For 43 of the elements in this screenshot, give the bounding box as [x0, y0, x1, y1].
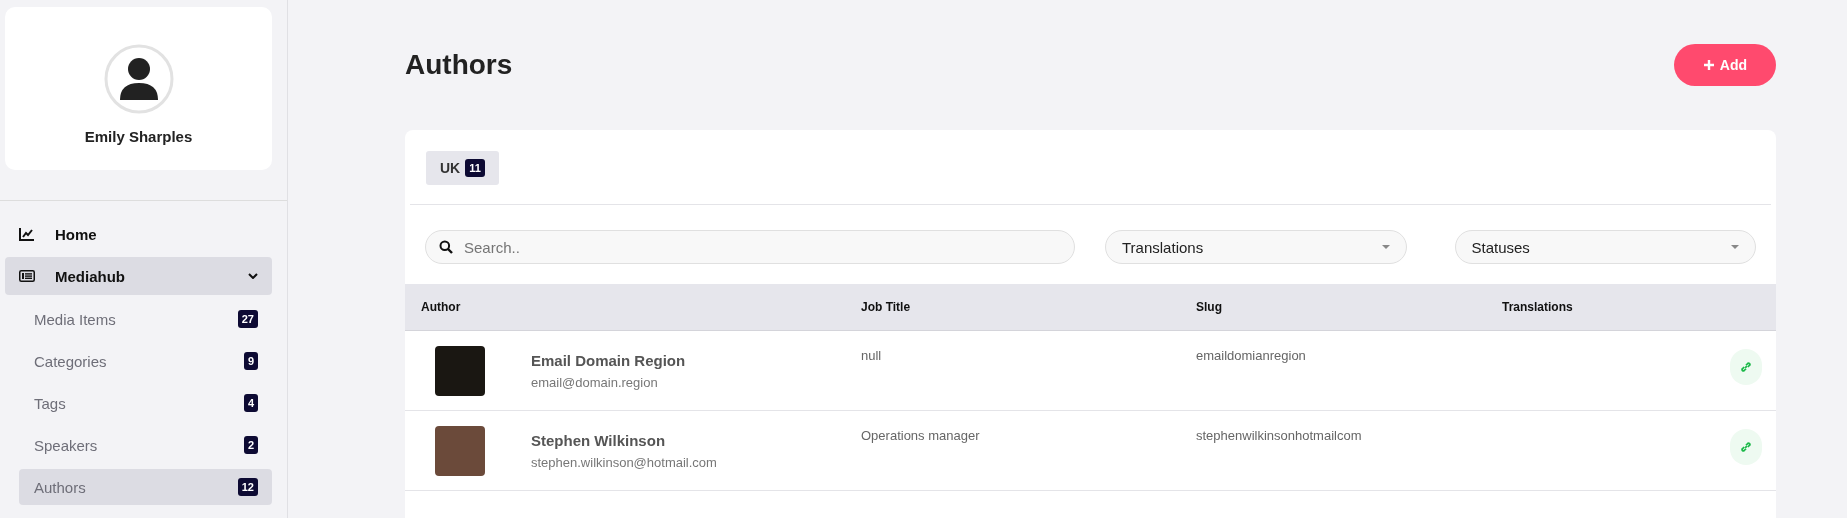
photo-placeholder	[435, 345, 485, 396]
link-button[interactable]	[1730, 349, 1762, 385]
nav-subitem[interactable]: Categories 9	[19, 343, 272, 379]
column-header: Job Title	[861, 300, 912, 314]
caret-icon	[1381, 245, 1390, 249]
nav-subitem[interactable]: Media Items 27	[19, 301, 272, 337]
link-button[interactable]	[1730, 429, 1762, 465]
region-tab[interactable]: UK 11	[426, 151, 499, 185]
nav-item[interactable]: Home	[5, 215, 272, 253]
user-avatar-icon	[103, 44, 174, 114]
nav-subitem[interactable]: Authors 12	[19, 469, 272, 505]
line-chart-icon	[19, 227, 35, 241]
author-email: email@domain.region	[531, 374, 659, 390]
count-badge: 12	[237, 478, 258, 496]
user-name: Emily Sharples	[84, 128, 193, 145]
filter-dropdown[interactable]: Statuses	[1454, 230, 1756, 264]
link-icon	[1739, 440, 1753, 454]
count-badge: 11	[465, 159, 485, 177]
author-email: stephen.wilkinson@hotmail.com	[531, 454, 717, 470]
count-badge: 2	[243, 436, 258, 454]
column-header: Slug	[1196, 300, 1223, 314]
author-name: Stephen Wilkinson	[531, 431, 667, 449]
nav-item[interactable]: Mediahub	[5, 257, 272, 295]
nav-subitem[interactable]: Tags 4	[19, 385, 272, 421]
page-title: Authors	[405, 49, 513, 81]
search-field[interactable]: Search..	[425, 230, 1075, 264]
nav-subitem[interactable]: Speakers 2	[19, 427, 272, 463]
column-header: Translations	[1502, 300, 1574, 314]
filter-dropdown[interactable]: Translations	[1105, 230, 1407, 264]
table-cell-text: emaildomianregion	[1196, 347, 1307, 363]
photo-placeholder	[435, 425, 485, 476]
count-badge: 9	[243, 352, 258, 370]
table-cell-text: Operations manager	[861, 427, 981, 443]
caret-icon	[1731, 245, 1739, 249]
list-icon	[19, 269, 35, 283]
column-header: Author	[420, 300, 462, 314]
author-name: Email Domain Region	[531, 351, 686, 369]
link-icon	[1739, 360, 1753, 374]
table-cell-text: stephenwilkinsonhotmailcom	[1196, 427, 1363, 443]
count-badge: 4	[243, 394, 258, 412]
plus-icon	[1702, 59, 1715, 71]
count-badge: 27	[237, 310, 258, 328]
table-cell-text: null	[861, 347, 883, 363]
